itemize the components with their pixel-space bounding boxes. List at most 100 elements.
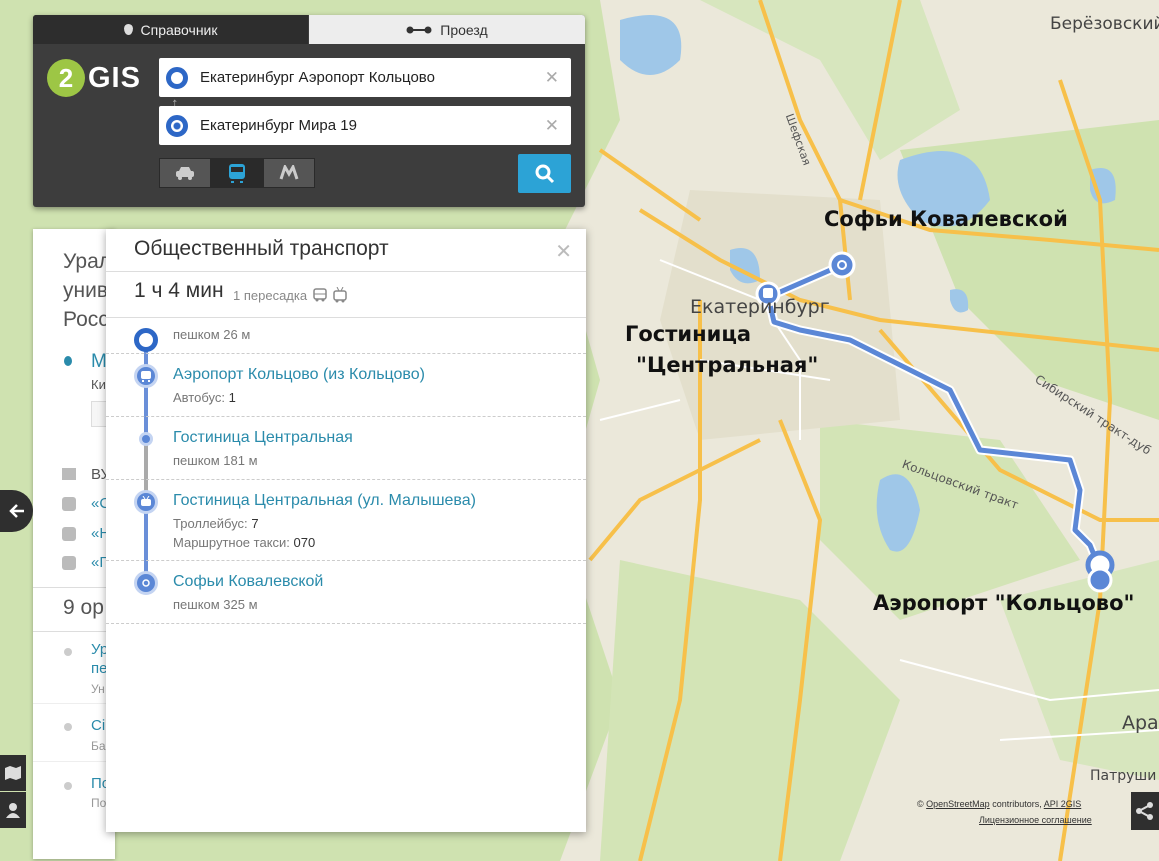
transport-modes: [159, 158, 315, 188]
divider: [33, 761, 115, 762]
route-icon: [406, 25, 432, 35]
step-walk-label: пешком 325 м: [173, 597, 258, 612]
step-divider: [106, 416, 586, 417]
tab-directory[interactable]: Справочник: [33, 15, 308, 44]
api-link[interactable]: API 2GIS: [1044, 799, 1082, 809]
location-pin-icon: [64, 356, 72, 366]
bus-stop-icon: [62, 497, 76, 511]
license-link-text[interactable]: Лицензионное соглашение: [979, 815, 1092, 825]
annotation-sofia: Софьи Ковалевской: [824, 207, 1068, 231]
place-district: Ки: [91, 377, 106, 392]
place-address[interactable]: М: [91, 351, 107, 373]
credits-text: contributors,: [989, 799, 1044, 809]
user-icon: [6, 803, 20, 818]
user-button[interactable]: [0, 792, 26, 828]
step-transport: Троллейбус: 7: [173, 516, 259, 531]
organizations-count: 9 ор: [63, 596, 104, 619]
transfer-stop-icon: [139, 432, 153, 446]
route-number: 7: [251, 516, 259, 531]
pin-icon: [123, 24, 133, 35]
org-sub: По: [91, 796, 107, 810]
transport-type-label: Троллейбус:: [173, 516, 248, 531]
car-icon: [176, 167, 194, 180]
place-title-line: Урал: [63, 250, 112, 273]
divider: [33, 631, 115, 632]
logo[interactable]: 2 GIS: [47, 59, 141, 97]
tab-route-label: Проезд: [440, 21, 488, 38]
place-card-panel: Урал унив Росс М Ки ВУ «С «Н «Г 9 ор Ур …: [33, 229, 115, 859]
search-button[interactable]: [518, 154, 571, 193]
stop-marker-airport[interactable]: [1085, 550, 1115, 593]
stop-link[interactable]: «Г: [91, 554, 107, 571]
map-label-aramil: Ара: [1122, 712, 1159, 734]
map-label-city: Екатеринбург: [690, 296, 830, 318]
step-transport: Маршрутное такси: 070: [173, 535, 315, 550]
bus-icon: [313, 288, 327, 302]
mode-metro-button[interactable]: [263, 158, 315, 188]
list-bullet: [64, 648, 72, 656]
clear-from-icon[interactable]: ✕: [545, 68, 559, 88]
annotation-airport: Аэропорт "Кольцово": [873, 591, 1135, 615]
step-transport: Автобус: 1: [173, 390, 236, 405]
annotation-hotel-line2: "Центральная": [636, 353, 819, 377]
step-walk-label: пешком 26 м: [173, 327, 251, 342]
map-label-berezovsky: Берёзовский: [1050, 14, 1159, 34]
share-icon: [1136, 802, 1153, 820]
to-field[interactable]: ✕: [159, 106, 571, 145]
step-stop-name[interactable]: Софьи Ковалевской: [173, 573, 323, 591]
stop-marker-sofia[interactable]: [828, 251, 856, 279]
place-title-line: унив: [63, 279, 108, 302]
route-number: 070: [293, 535, 316, 550]
share-button[interactable]: [1131, 792, 1159, 830]
route-segment-walk: [144, 437, 148, 497]
org-link[interactable]: Сі: [91, 717, 105, 734]
from-input[interactable]: [200, 69, 530, 86]
tram-stop-icon: [62, 527, 76, 541]
divider: [106, 317, 586, 318]
bus-icon: [229, 164, 245, 183]
route-segment-bus: [144, 345, 148, 434]
mode-bus-button[interactable]: [211, 158, 263, 188]
copyright-symbol: ©: [917, 799, 924, 809]
destination-stop-icon: [134, 571, 158, 595]
trolleybus-stop-icon: [134, 490, 158, 514]
place-title-line: Росс: [63, 308, 109, 331]
panel-title: Общественный транспорт: [134, 237, 389, 260]
to-input[interactable]: [200, 117, 530, 134]
list-bullet: [64, 782, 72, 790]
map-icon: [5, 766, 21, 780]
building-icon: [62, 468, 76, 480]
close-icon[interactable]: ✕: [555, 239, 572, 264]
org-link[interactable]: пе: [91, 660, 107, 677]
annotation-hotel-line1: Гостиница: [625, 322, 752, 346]
step-stop-name[interactable]: Аэропорт Кольцово (из Кольцово): [173, 366, 425, 384]
route-transfers: 1 пересадка: [233, 287, 347, 303]
clear-to-icon[interactable]: ✕: [545, 116, 559, 136]
license-link[interactable]: Лицензионное соглашение: [979, 815, 1092, 825]
arrow-left-icon: [8, 504, 24, 518]
list-bullet: [64, 723, 72, 731]
transfers-label: 1 пересадка: [233, 287, 308, 303]
route-number: 1: [228, 390, 236, 405]
end-marker-icon: [166, 114, 188, 137]
step-divider: [106, 353, 586, 354]
from-field[interactable]: ✕: [159, 58, 571, 97]
mode-car-button[interactable]: [159, 158, 211, 188]
trolleybus-stop-icon: [62, 556, 76, 570]
logo-mark: 2: [47, 59, 85, 97]
search-panel: Справочник Проезд 2 GIS ✕ ↕ ✕: [33, 15, 585, 207]
trolleybus-icon: [333, 287, 347, 303]
start-marker-icon: [166, 66, 188, 89]
osm-link[interactable]: OpenStreetMap: [926, 799, 990, 809]
step-stop-name[interactable]: Гостиница Центральная: [173, 429, 353, 447]
layers-button[interactable]: [0, 755, 26, 791]
place-title: Урал унив Росс: [63, 247, 111, 334]
org-sub: Ун: [91, 682, 105, 696]
step-stop-name[interactable]: Гостиница Центральная (ул. Малышева): [173, 492, 476, 510]
search-icon: [535, 164, 554, 183]
metro-icon: [279, 165, 299, 180]
tab-route[interactable]: Проезд: [309, 15, 585, 44]
step-divider: [106, 479, 586, 480]
step-divider: [106, 623, 586, 624]
bus-stop-icon: [134, 364, 158, 388]
